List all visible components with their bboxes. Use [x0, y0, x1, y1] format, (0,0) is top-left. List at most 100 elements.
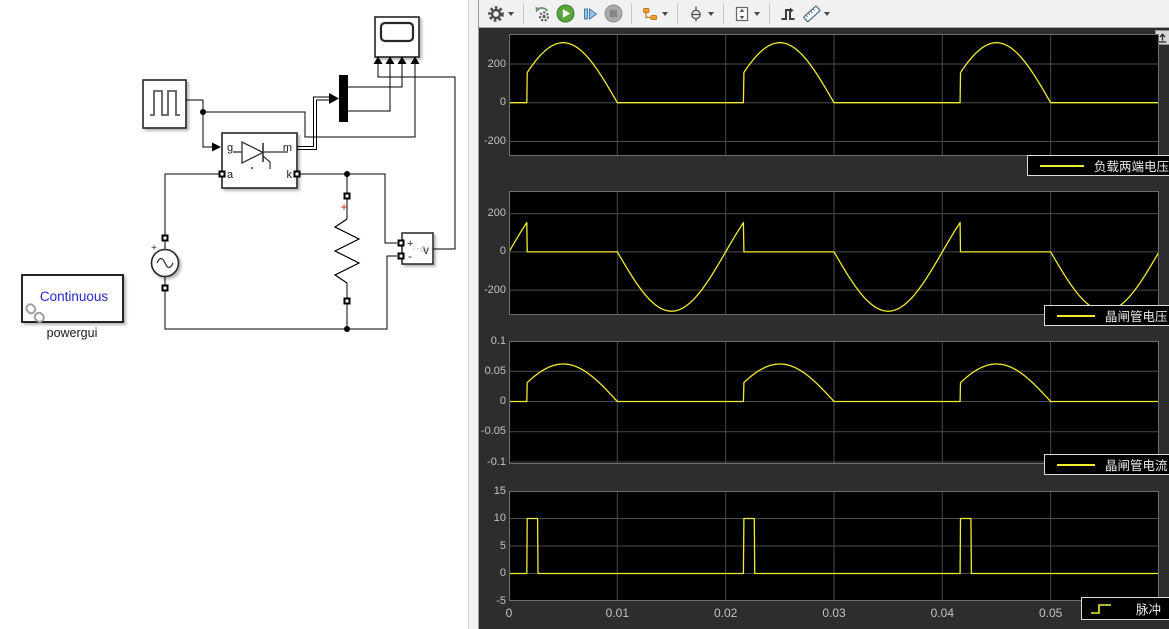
y-tick-label: 15 [479, 484, 506, 499]
scope-plot-area: 负载两端电压 晶闸管电压 晶闸管电流 脉冲 2000-2002000-2000.… [479, 28, 1169, 629]
y-tick-label: 0 [479, 95, 506, 110]
branch-dot [344, 171, 350, 177]
scope-plot-2[interactable] [509, 191, 1159, 315]
y-tick-label: 5 [479, 539, 506, 554]
circuit-ports [162, 171, 405, 305]
powergui-block[interactable]: Continuous powergui [22, 275, 123, 340]
port-label-g: g [227, 142, 233, 154]
legend-thyristor-current[interactable]: 晶闸管电流 [1044, 454, 1169, 475]
x-tick-label: 0.01 [606, 606, 629, 620]
scope-toolbar [479, 0, 1169, 28]
resistor-polarity-label: + [340, 200, 347, 214]
y-tick-label: 0.1 [479, 334, 506, 349]
demux-input-arrowhead-icon [329, 93, 339, 104]
ruler-measurements-icon [802, 4, 821, 23]
highlight-block-icon [641, 5, 659, 23]
resistor-zigzag-icon [335, 219, 359, 283]
pulse-generator-block[interactable] [143, 80, 186, 128]
y-tick-label: 200 [479, 57, 506, 72]
wire-pulse-to-scope[interactable] [203, 64, 415, 137]
legend-pulse[interactable]: 脉冲 [1081, 597, 1169, 620]
highlight-dropdown-caret[interactable] [662, 12, 668, 16]
voltmeter-minus-label: - [408, 249, 412, 263]
wire-ground-return[interactable] [165, 256, 397, 329]
simulink-snapshot-button[interactable] [530, 2, 553, 25]
thyristor-dot [251, 167, 253, 169]
settings-dropdown-caret[interactable] [508, 12, 514, 16]
y-tick-label: 200 [479, 206, 506, 221]
axes-scaling-icon [733, 5, 751, 23]
simulink-snapshot-icon [533, 5, 551, 23]
settings-gear-button[interactable] [484, 2, 507, 25]
y-tick-label: -0.1 [479, 455, 506, 470]
legend-load-voltage[interactable]: 负载两端电压 [1027, 155, 1169, 176]
legend-line-sample-icon [1057, 464, 1095, 466]
stop-icon [604, 4, 623, 23]
legend-label: 晶闸管电压 [1105, 306, 1168, 325]
legend-thyristor-voltage[interactable]: 晶闸管电压 [1044, 305, 1169, 326]
simulink-model-canvas[interactable]: g m a k + + [0, 0, 478, 629]
port-label-k: k [287, 169, 293, 181]
voltmeter-output-label: v [423, 243, 429, 257]
ruler-measurements-button[interactable] [800, 2, 823, 25]
x-tick-label: 0.03 [822, 606, 845, 620]
wire-demux-out1[interactable] [348, 64, 402, 87]
toolbar-separator [523, 3, 524, 24]
wire-m-vector-line1[interactable] [297, 97, 329, 147]
branch-dot [344, 326, 350, 332]
demux-block[interactable] [339, 75, 348, 122]
trigger-dropdown-caret[interactable] [708, 12, 714, 16]
legend-label: 脉冲 [1136, 599, 1161, 618]
port-label-m: m [283, 142, 292, 154]
screen: g m a k + + [0, 0, 1169, 629]
toolbar-separator [723, 3, 724, 24]
wire-pulse-to-gate[interactable] [203, 112, 212, 147]
step-forward-button[interactable] [578, 2, 601, 25]
resistor-block[interactable]: + [335, 200, 359, 283]
y-tick-label: -5 [479, 594, 506, 609]
x-tick-label: 0.05 [1039, 606, 1062, 620]
x-tick-label: 0 [506, 606, 513, 620]
gate-arrowhead-icon [212, 143, 221, 152]
settings-gear-icon [487, 5, 505, 23]
legend-line-sample-icon [1040, 165, 1084, 167]
toolbar-separator [631, 3, 632, 24]
scope-block[interactable] [374, 17, 420, 64]
trigger-button[interactable] [684, 2, 707, 25]
scope-plot-4[interactable] [509, 491, 1159, 601]
scope-window: 负载两端电压 晶闸管电压 晶闸管电流 脉冲 2000-2002000-2000.… [478, 0, 1169, 629]
y-tick-label: 0 [479, 244, 506, 259]
legend-step-sample-icon [1090, 602, 1112, 616]
y-tick-label: 0.05 [479, 364, 506, 379]
voltage-measurement-block[interactable]: + - v [402, 233, 433, 264]
cursor-measurements-button[interactable] [776, 2, 799, 25]
legend-label: 晶闸管电流 [1105, 455, 1168, 474]
y-tick-label: -200 [479, 134, 506, 149]
wire-pulse-out[interactable] [186, 100, 203, 112]
y-tick-label: -0.05 [479, 424, 506, 439]
signal-wires[interactable] [165, 64, 455, 329]
run-button[interactable] [554, 2, 577, 25]
x-tick-label: 0.04 [931, 606, 954, 620]
toolbar-separator [677, 3, 678, 24]
trigger-icon [687, 5, 705, 23]
source-polarity-label: + [151, 243, 157, 254]
scope-plot-1[interactable] [509, 34, 1159, 156]
highlight-simulink-block-button[interactable] [638, 2, 661, 25]
thyristor-block[interactable]: g m a k [222, 133, 297, 188]
toolbar-separator [769, 3, 770, 24]
axes-scaling-dropdown-caret[interactable] [754, 12, 760, 16]
scope-plot-3[interactable] [509, 341, 1159, 464]
axes-scaling-button[interactable] [730, 2, 753, 25]
ruler-dropdown-caret[interactable] [824, 12, 830, 16]
stop-button[interactable] [602, 2, 625, 25]
scope-screen-icon [381, 23, 413, 41]
wire-anode-to-source[interactable] [165, 174, 222, 250]
powergui-name-label: powergui [47, 326, 98, 340]
legend-line-sample-icon [1057, 315, 1095, 317]
powergui-mode-label: Continuous [40, 289, 109, 304]
y-tick-label: 10 [479, 511, 506, 526]
model-vertical-scrollbar[interactable] [468, 0, 478, 629]
branch-dot [200, 109, 206, 115]
step-forward-icon [581, 5, 599, 23]
